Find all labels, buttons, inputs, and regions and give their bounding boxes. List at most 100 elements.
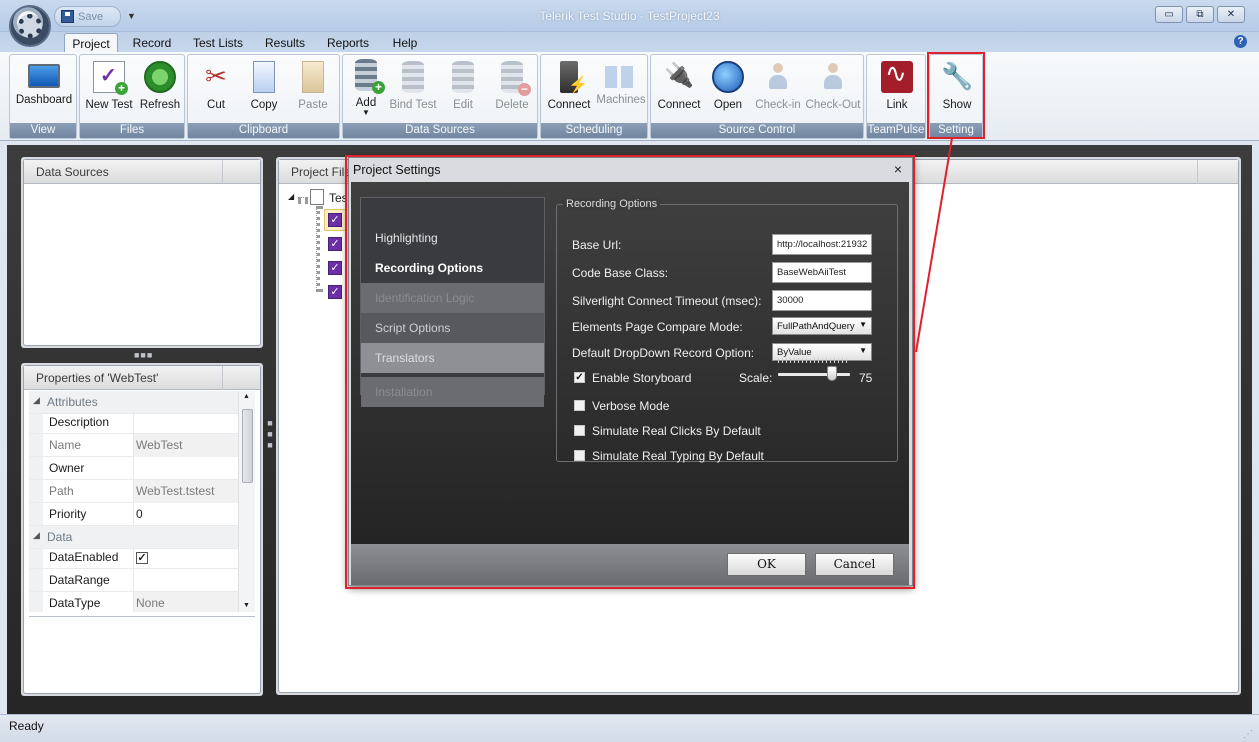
nav-highlighting[interactable]: Highlighting	[361, 223, 544, 253]
show-settings-button[interactable]: 🔧 Show	[934, 61, 980, 117]
property-value[interactable]	[133, 569, 239, 592]
property-value[interactable]: None	[133, 592, 239, 612]
horizontal-splitter[interactable]: ■■■	[134, 350, 153, 360]
bind-test-button[interactable]: Bind Test	[389, 61, 437, 117]
property-value[interactable]	[133, 457, 239, 480]
scheduling-connect-button[interactable]: Connect	[545, 61, 593, 117]
copy-button[interactable]: Copy	[242, 61, 286, 117]
bind-test-label: Bind Test	[389, 99, 437, 111]
real-typing-checkbox[interactable]	[574, 450, 585, 461]
ok-button[interactable]: OK	[727, 553, 806, 576]
test-item-icon[interactable]: ✓	[328, 261, 342, 275]
timeout-input[interactable]: 30000	[772, 290, 872, 311]
refresh-button[interactable]: Refresh	[136, 61, 184, 117]
base-url-input[interactable]: http://localhost:21932	[772, 234, 872, 255]
scroll-down-icon[interactable]: ▼	[243, 602, 250, 609]
nav-installation[interactable]: Installation	[361, 377, 544, 407]
property-row[interactable]: DataType None	[29, 592, 239, 612]
scroll-up-icon[interactable]: ▲	[243, 393, 250, 400]
restore-button[interactable]: ⧉	[1186, 6, 1214, 23]
test-item-icon[interactable]: ✓	[328, 285, 342, 299]
tab-project[interactable]: Project	[64, 33, 118, 53]
vertical-splitter[interactable]: ■■■	[265, 418, 275, 451]
property-value[interactable]: ✓	[133, 546, 239, 569]
scale-slider-track[interactable]	[778, 373, 850, 376]
scale-slider-thumb[interactable]	[827, 366, 837, 381]
delete-data-source-button[interactable]: Delete	[491, 61, 533, 117]
tab-help[interactable]: Help	[387, 33, 423, 53]
test-item-icon[interactable]: ✓	[328, 213, 342, 227]
link-button[interactable]: Link	[873, 58, 921, 117]
edit-data-source-button[interactable]: Edit	[443, 61, 483, 117]
nav-script-options[interactable]: Script Options	[361, 313, 544, 343]
property-value[interactable]: 0	[133, 503, 239, 526]
real-typing-label[interactable]: Simulate Real Typing By Default	[592, 449, 764, 463]
group-label-clipboard: Clipboard	[188, 123, 339, 138]
property-value[interactable]: WebTest.tstest	[133, 480, 239, 503]
property-value[interactable]: WebTest	[133, 434, 239, 457]
property-row[interactable]: Priority 0	[29, 503, 239, 526]
check-out-button[interactable]: Check-Out	[805, 61, 861, 117]
nav-translators[interactable]: Translators	[361, 343, 544, 373]
compare-mode-select[interactable]: FullPathAndQuery ▼	[772, 317, 872, 335]
check-out-label: Check-Out	[805, 99, 861, 111]
chevron-down-icon: ▼	[859, 320, 867, 329]
verbose-mode-label[interactable]: Verbose Mode	[592, 399, 669, 413]
verbose-mode-checkbox[interactable]	[574, 400, 585, 411]
tree-line	[298, 197, 308, 201]
property-row[interactable]: DataEnabled ✓	[29, 546, 239, 569]
new-test-button[interactable]: New Test	[83, 61, 135, 117]
property-row[interactable]: Path WebTest.tstest	[29, 480, 239, 503]
edit-label: Edit	[453, 99, 473, 111]
property-value[interactable]	[133, 411, 239, 434]
property-row[interactable]: Name WebTest	[29, 434, 239, 457]
open-button[interactable]: Open	[707, 61, 749, 117]
collapse-icon[interactable]: ◢	[33, 530, 40, 541]
cut-button[interactable]: ✂ Cut	[194, 61, 238, 117]
header-divider	[1197, 160, 1198, 184]
source-control-connect-button[interactable]: 🔌 Connect	[655, 61, 703, 117]
dialog-footer: OK Cancel	[351, 544, 909, 585]
check-in-button[interactable]: Check-in	[754, 61, 802, 117]
minimize-button[interactable]: ▭	[1155, 6, 1183, 23]
cancel-button[interactable]: Cancel	[815, 553, 894, 576]
code-base-class-input[interactable]: BaseWebAiiTest	[772, 262, 872, 283]
machines-button[interactable]: Machines	[596, 61, 646, 117]
property-row[interactable]: DataRange	[29, 569, 239, 592]
paste-button[interactable]: Paste	[291, 61, 335, 117]
tab-record[interactable]: Record	[128, 33, 176, 53]
tab-results[interactable]: Results	[260, 33, 310, 53]
dashboard-button[interactable]: Dashboard	[13, 61, 75, 117]
property-key: Path	[49, 484, 74, 498]
application-menu-button[interactable]	[9, 5, 51, 47]
test-item-icon[interactable]: ✓	[328, 237, 342, 251]
machines-icon	[605, 66, 637, 88]
property-row[interactable]: Owner	[29, 457, 239, 480]
property-grid-scrollbar[interactable]: ▲ ▼	[238, 391, 255, 612]
tab-test-lists[interactable]: Test Lists	[187, 33, 249, 53]
real-clicks-label[interactable]: Simulate Real Clicks By Default	[592, 424, 761, 438]
group-label-files: Files	[80, 123, 184, 138]
check-out-icon	[821, 61, 845, 93]
enable-storyboard-label[interactable]: Enable Storyboard	[592, 371, 691, 385]
resize-grip-icon[interactable]: ⋰	[1243, 729, 1253, 740]
group-files: New Test Refresh Files	[79, 54, 185, 139]
tab-reports[interactable]: Reports	[322, 33, 374, 53]
add-data-source-button[interactable]: Add ▼	[347, 59, 385, 117]
nav-recording-options[interactable]: Recording Options	[361, 253, 544, 283]
dialog-close-button[interactable]: ×	[894, 161, 902, 177]
real-clicks-checkbox[interactable]	[574, 425, 585, 436]
properties-title: Properties of 'WebTest'	[36, 371, 159, 385]
close-button[interactable]: ✕	[1217, 6, 1245, 23]
data-enabled-checkbox[interactable]: ✓	[136, 552, 148, 564]
tree-expand-icon[interactable]: ◢	[288, 192, 294, 201]
help-icon[interactable]: ?	[1234, 35, 1247, 48]
enable-storyboard-checkbox[interactable]: ✓	[574, 372, 585, 383]
scrollbar-thumb[interactable]	[242, 409, 253, 483]
collapse-icon[interactable]: ◢	[33, 395, 40, 406]
group-scheduling: Connect Machines Scheduling	[540, 54, 648, 139]
nav-identification-logic[interactable]: Identification Logic	[361, 283, 544, 313]
property-row[interactable]: Description	[29, 411, 239, 434]
tree-root-label[interactable]: Tes	[329, 191, 348, 205]
property-key: Name	[49, 438, 82, 452]
